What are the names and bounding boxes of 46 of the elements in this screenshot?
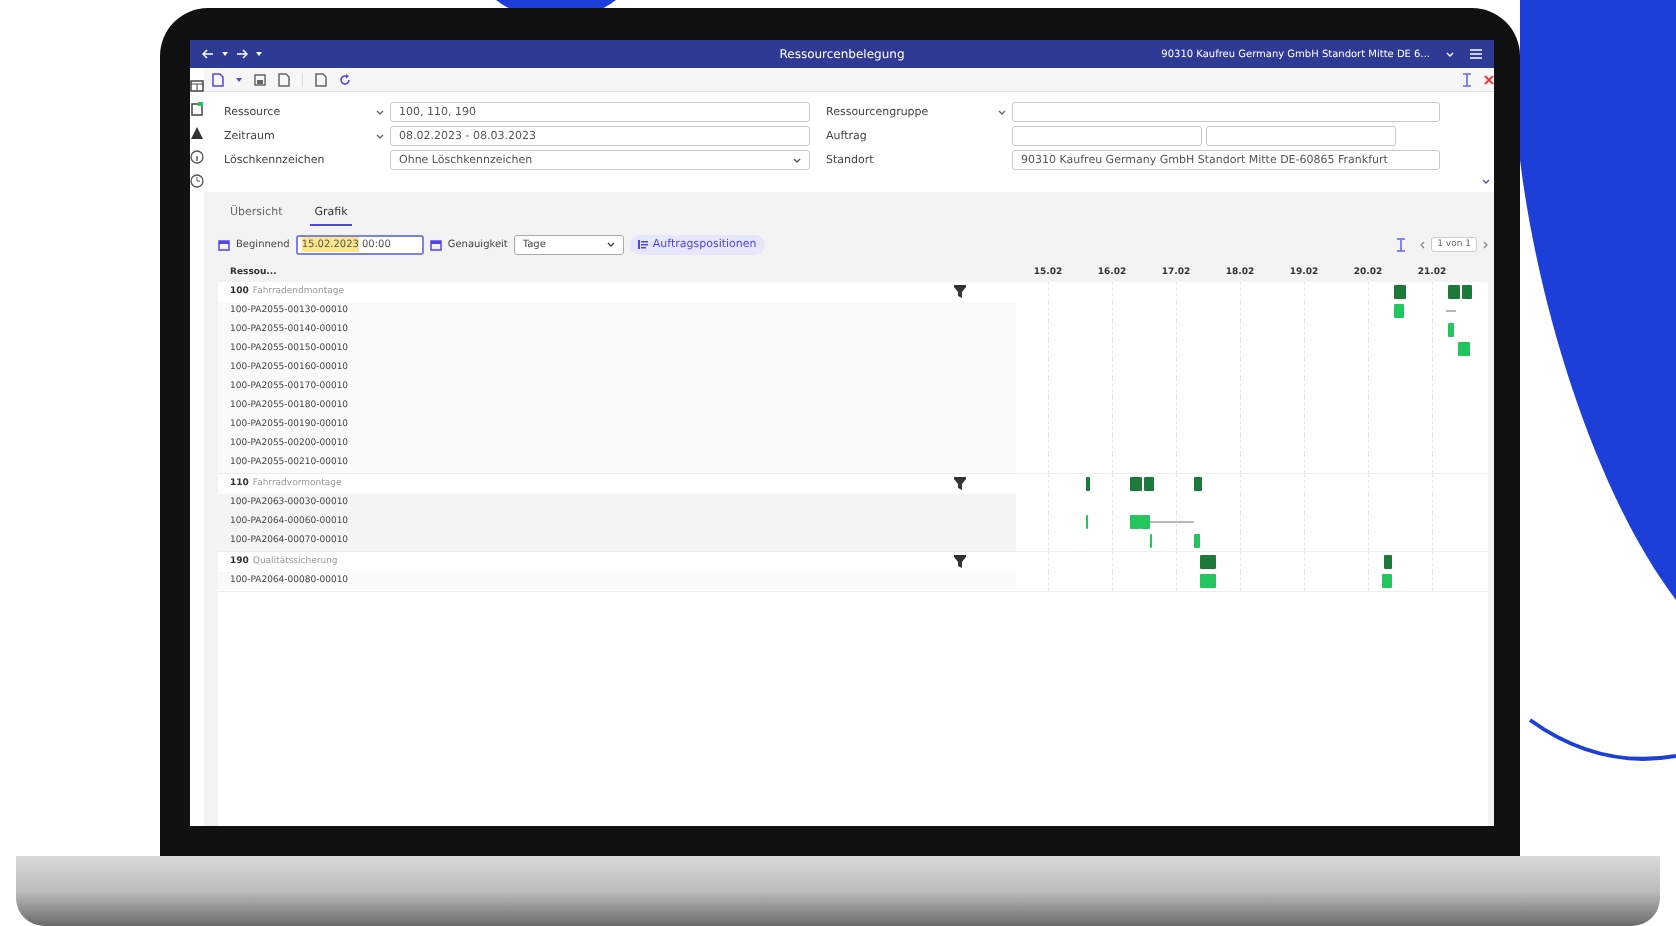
caret-icon[interactable] <box>998 109 1006 115</box>
caret-icon[interactable] <box>376 109 384 115</box>
caret-icon[interactable] <box>222 52 228 56</box>
gantt-bar[interactable] <box>1194 476 1202 491</box>
chevron-down-icon <box>793 157 801 163</box>
filter-icon[interactable] <box>954 284 966 299</box>
caret-icon[interactable] <box>236 77 242 82</box>
caret-icon[interactable] <box>376 133 384 139</box>
gantt-bar[interactable] <box>1384 554 1392 569</box>
menu-icon[interactable] <box>1470 49 1482 59</box>
filter-icon[interactable] <box>954 554 966 569</box>
previous-icon[interactable] <box>1420 240 1426 249</box>
gantt-bar[interactable] <box>1130 476 1142 491</box>
gantt-bar[interactable] <box>1448 284 1460 299</box>
document-icon[interactable] <box>315 72 327 87</box>
gantt-bar[interactable] <box>1200 554 1216 569</box>
connector-line <box>1150 521 1194 523</box>
text-cursor-icon[interactable] <box>1462 72 1472 87</box>
text-cursor-icon[interactable] <box>1396 237 1407 252</box>
back-icon[interactable] <box>202 49 214 59</box>
copy-icon[interactable] <box>278 72 290 87</box>
save-icon[interactable] <box>254 73 266 86</box>
table-icon[interactable] <box>190 80 204 92</box>
next-icon[interactable] <box>1483 240 1488 249</box>
document-icon[interactable] <box>190 102 204 116</box>
new-document-icon[interactable] <box>212 72 224 87</box>
gantt-bar[interactable] <box>1144 476 1154 491</box>
filter-icon[interactable] <box>954 476 966 491</box>
forward-icon[interactable] <box>236 49 248 59</box>
input-field[interactable] <box>1206 126 1396 146</box>
history-icon[interactable] <box>190 174 204 188</box>
info-icon[interactable] <box>190 150 204 164</box>
input-field[interactable] <box>1012 102 1440 122</box>
close-icon[interactable] <box>1484 74 1494 85</box>
gantt-bar[interactable] <box>1462 284 1472 299</box>
chevron-down-icon <box>606 242 615 247</box>
gantt-bar[interactable] <box>1394 284 1406 299</box>
input-field[interactable] <box>1012 126 1202 146</box>
calendar-icon[interactable] <box>218 238 230 251</box>
list-icon <box>637 240 648 249</box>
calendar-icon[interactable] <box>429 238 442 251</box>
triangle-icon[interactable] <box>190 126 204 140</box>
chevron-down-icon[interactable] <box>1482 178 1490 184</box>
caret-icon[interactable] <box>256 52 262 56</box>
connector-line <box>1446 310 1456 312</box>
refresh-icon[interactable] <box>339 73 351 86</box>
